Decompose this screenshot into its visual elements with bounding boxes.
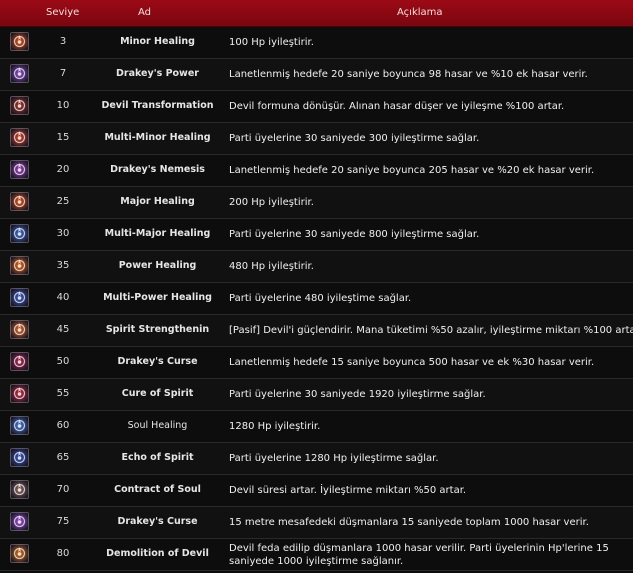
table-row[interactable]: 7 Drakey's Power Lanetlenmiş hedefe 20 san… (0, 59, 633, 91)
skill-table: Seviye Ad Açıklama 3 Minor Healing 100 Hp … (0, 0, 633, 571)
table-row[interactable]: 75 Drakey's Curse 15 metre mesafedeki düşm… (0, 507, 633, 539)
table-row[interactable]: 40 Multi-Power Healing Parti üyelerine 480… (0, 283, 633, 315)
skill-name: Power Healing (118, 260, 197, 271)
skill-description: Parti üyelerine 30 saniyede 1920 iyileşt… (229, 389, 486, 400)
skill-description: 1280 Hp iyileştirir. (229, 421, 321, 432)
skill-level: 50 (56, 356, 70, 367)
table-row[interactable]: 10 Devil Transformation Devil formuna dönü… (0, 91, 633, 123)
skill-name: Echo of Spirit (121, 452, 194, 463)
skill-name: Drakey's Curse (117, 356, 198, 367)
flame-heal-icon (10, 32, 29, 51)
skill-name: Drakey's Nemesis (110, 164, 205, 175)
skill-level: 45 (56, 324, 70, 335)
skill-name: Contract of Soul (114, 484, 201, 495)
table-row[interactable]: 70 Contract of Soul Devil süresi artar. İy… (0, 475, 633, 507)
skill-description: Devil süresi artar. İyileştirme miktarı … (229, 485, 467, 496)
skill-name: Cure of Spirit (121, 388, 194, 399)
skill-name: Minor Healing (120, 36, 195, 47)
skill-name: Drakey's Power (116, 68, 199, 79)
skill-level: 10 (56, 100, 70, 111)
header-description: Açıklama (397, 7, 443, 18)
table-row[interactable]: 80 Demolition of Devil Devil feda edilip d… (0, 539, 633, 571)
soul-heal-icon (10, 416, 29, 435)
skill-description: [Pasif] Devil'i güçlendirir. Mana tüketi… (229, 325, 633, 336)
skill-level: 70 (56, 484, 70, 495)
table-row[interactable]: 60 Soul Healing 1280 Hp iyileştirir. (0, 411, 633, 443)
multi-heal-icon (10, 128, 29, 147)
skill-level: 30 (56, 228, 70, 239)
skill-description: Parti üyelerine 30 saniyede 300 iyileşti… (229, 133, 480, 144)
skill-level: 20 (56, 164, 70, 175)
skill-description: 480 Hp iyileştirir. (229, 261, 314, 272)
skill-name: Multi-Minor Healing (104, 132, 211, 143)
table-row[interactable]: 55 Cure of Spirit Parti üyelerine 30 saniy… (0, 379, 633, 411)
skill-rows: 3 Minor Healing 100 Hp iyileştirir. 7 Drakey… (0, 27, 633, 571)
table-row[interactable]: 35 Power Healing 480 Hp iyileştirir. (0, 251, 633, 283)
skill-description: 15 metre mesafedeki düşmanlara 15 saniye… (229, 517, 589, 528)
table-row[interactable]: 3 Minor Healing 100 Hp iyileştirir. (0, 27, 633, 59)
skill-name: Devil Transformation (101, 100, 214, 111)
skill-level: 80 (56, 548, 70, 559)
skill-level: 3 (59, 36, 67, 47)
table-row[interactable]: 45 Spirit Strengthenin [Pasif] Devil'i güç… (0, 315, 633, 347)
skill-level: 60 (56, 420, 70, 431)
claw-curse-icon (10, 64, 29, 83)
devil-face-icon (10, 96, 29, 115)
skill-level: 55 (56, 388, 70, 399)
skill-name: Major Healing (120, 196, 195, 207)
table-row[interactable]: 30 Multi-Major Healing Parti üyelerine 30 … (0, 219, 633, 251)
skill-level: 15 (56, 132, 70, 143)
multi-heal-icon (10, 224, 29, 243)
skill-level: 35 (56, 260, 70, 271)
header-name: Ad (138, 7, 152, 18)
flame-heal-icon (10, 192, 29, 211)
curse-icon (10, 352, 29, 371)
header-level: Seviye (46, 7, 80, 18)
table-header: Seviye Ad Açıklama (0, 0, 633, 27)
echo-spirit-icon (10, 448, 29, 467)
table-row[interactable]: 50 Drakey's Curse Lanetlenmiş hedefe 15 sa… (0, 347, 633, 379)
skill-level: 65 (56, 452, 70, 463)
curse-aoe-icon (10, 512, 29, 531)
skill-description: Parti üyelerine 1280 Hp iyileştirme sağl… (229, 453, 439, 464)
skill-level: 40 (56, 292, 70, 303)
skill-level: 25 (56, 196, 70, 207)
skill-description: Lanetlenmiş hedefe 15 saniye boyunca 500… (229, 357, 595, 368)
skill-name: Drakey's Curse (117, 516, 198, 527)
nemesis-icon (10, 160, 29, 179)
skill-name: Multi-Power Healing (103, 292, 212, 303)
multi-heal-icon (10, 288, 29, 307)
skill-name: Demolition of Devil (106, 548, 209, 559)
skill-description: Devil feda edilip düşmanlara 1000 hasar … (229, 543, 609, 567)
skill-level: 75 (56, 516, 70, 527)
skill-name: Multi-Major Healing (104, 228, 211, 239)
demolition-icon (10, 544, 29, 563)
skill-name: Soul Healing (127, 420, 188, 431)
skill-description: Parti üyelerine 30 saniyede 800 iyileşti… (229, 229, 480, 240)
table-row[interactable]: 20 Drakey's Nemesis Lanetlenmiş hedefe 20 … (0, 155, 633, 187)
skill-description: Devil formuna dönüşür. Alınan hasar düşe… (229, 101, 565, 112)
contract-icon (10, 480, 29, 499)
table-row[interactable]: 25 Major Healing 200 Hp iyileştirir. (0, 187, 633, 219)
skill-name: Spirit Strengthenin (105, 324, 210, 335)
spirit-icon (10, 320, 29, 339)
table-row[interactable]: 15 Multi-Minor Healing Parti üyelerine 30 … (0, 123, 633, 155)
skill-description: Lanetlenmiş hedefe 20 saniye boyunca 205… (229, 165, 595, 176)
flame-heal-icon (10, 256, 29, 275)
skill-description: 100 Hp iyileştirir. (229, 37, 314, 48)
skill-level: 7 (59, 68, 67, 79)
skill-description: 200 Hp iyileştirir. (229, 197, 314, 208)
skill-description: Lanetlenmiş hedefe 20 saniye boyunca 98 … (229, 69, 588, 80)
skill-description: Parti üyelerine 480 iyileştime sağlar. (229, 293, 412, 304)
cure-spirit-icon (10, 384, 29, 403)
table-row[interactable]: 65 Echo of Spirit Parti üyelerine 1280 Hp … (0, 443, 633, 475)
